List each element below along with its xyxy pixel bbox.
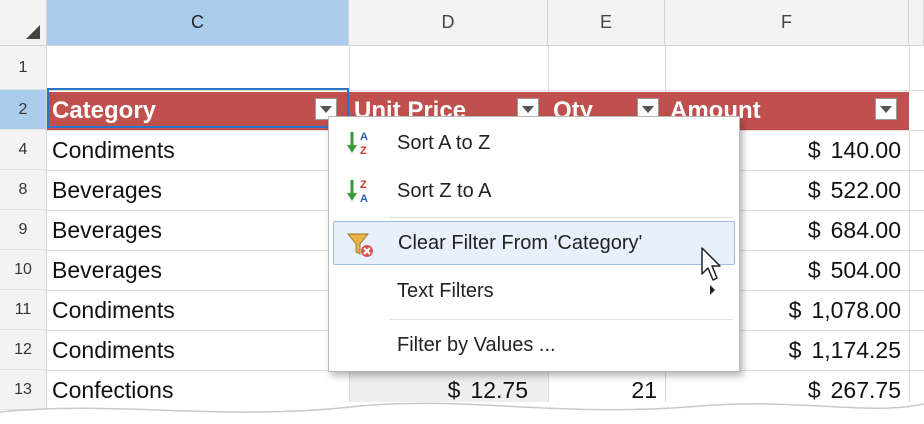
currency-symbol: $ bbox=[788, 296, 802, 323]
svg-text:Z: Z bbox=[360, 179, 367, 191]
currency-symbol: $ bbox=[807, 176, 821, 203]
menu-separator bbox=[389, 217, 733, 218]
submenu-arrow-icon bbox=[710, 285, 715, 295]
clear-filter-label: Clear Filter From 'Category' bbox=[398, 231, 643, 254]
text-filters-item[interactable]: Text Filters bbox=[333, 269, 735, 313]
row-header-4[interactable]: 4 bbox=[0, 130, 47, 170]
amount-value: 504.00 bbox=[830, 256, 901, 283]
torn-edge bbox=[0, 402, 924, 424]
spreadsheet[interactable]: C D E F 1 2 4 8 9 10 11 12 13 Category U… bbox=[0, 0, 924, 424]
clear-filter-item[interactable]: Clear Filter From 'Category' bbox=[333, 221, 735, 265]
svg-text:A: A bbox=[360, 193, 368, 205]
clear-filter-icon bbox=[346, 233, 373, 257]
category-cell[interactable]: Beverages bbox=[47, 250, 349, 290]
menu-separator bbox=[389, 319, 733, 320]
filter-by-values-label: Filter by Values ... bbox=[397, 333, 556, 356]
svg-text:A: A bbox=[360, 131, 368, 143]
category-cell[interactable]: Condiments bbox=[47, 130, 349, 170]
select-all-icon bbox=[26, 25, 40, 39]
grid-line bbox=[47, 90, 924, 91]
filter-dropdown-menu: A Z Sort A to Z Z A Sort Z to A Clear Fi… bbox=[328, 116, 740, 372]
column-header-e[interactable]: E bbox=[548, 0, 665, 46]
row-header-10[interactable]: 10 bbox=[0, 250, 47, 290]
category-cell[interactable]: Condiments bbox=[47, 330, 349, 370]
row-header-2[interactable]: 2 bbox=[0, 90, 47, 130]
column-header-d[interactable]: D bbox=[349, 0, 548, 46]
row-header-1[interactable]: 1 bbox=[0, 46, 47, 90]
header-blank bbox=[909, 92, 924, 130]
row-header-11[interactable]: 11 bbox=[0, 290, 47, 330]
sort-z-to-a-label: Sort Z to A bbox=[397, 179, 492, 202]
amount-value: 140.00 bbox=[830, 136, 901, 163]
category-cell[interactable]: Condiments bbox=[47, 290, 349, 330]
header-category-label: Category bbox=[52, 97, 157, 124]
column-header-f[interactable]: F bbox=[665, 0, 909, 46]
column-header-c[interactable]: C bbox=[47, 0, 349, 46]
svg-text:Z: Z bbox=[360, 145, 367, 157]
chevron-down-icon bbox=[642, 105, 654, 113]
mouse-pointer-icon bbox=[701, 247, 721, 281]
amount-filter-button[interactable] bbox=[875, 98, 897, 120]
row-header-12[interactable]: 12 bbox=[0, 330, 47, 370]
select-all-corner[interactable] bbox=[0, 0, 47, 46]
row-header-8[interactable]: 8 bbox=[0, 170, 47, 210]
currency-symbol: $ bbox=[788, 336, 802, 363]
currency-symbol: $ bbox=[807, 136, 821, 163]
column-header-next[interactable] bbox=[909, 0, 924, 46]
chevron-down-icon bbox=[880, 105, 892, 113]
chevron-down-icon bbox=[522, 105, 534, 113]
row-header-9[interactable]: 9 bbox=[0, 210, 47, 250]
currency-symbol: $ bbox=[807, 256, 821, 283]
sort-z-to-a-item[interactable]: Z A Sort Z to A bbox=[333, 169, 735, 213]
amount-value: 522.00 bbox=[830, 176, 901, 203]
sort-a-to-z-item[interactable]: A Z Sort A to Z bbox=[333, 121, 735, 165]
amount-value: 1,174.25 bbox=[811, 336, 901, 363]
text-filters-label: Text Filters bbox=[397, 279, 494, 302]
amount-value: 1,078.00 bbox=[811, 296, 901, 323]
header-category[interactable]: Category bbox=[47, 92, 349, 130]
currency-symbol: $ bbox=[807, 216, 821, 243]
chevron-down-icon bbox=[320, 105, 332, 113]
sort-a-to-z-label: Sort A to Z bbox=[397, 131, 491, 154]
category-cell[interactable]: Beverages bbox=[47, 170, 349, 210]
sort-descending-icon: Z A bbox=[347, 179, 368, 205]
amount-value: 684.00 bbox=[830, 216, 901, 243]
filter-by-values-item[interactable]: Filter by Values ... bbox=[333, 323, 735, 367]
category-cell[interactable]: Beverages bbox=[47, 210, 349, 250]
sort-ascending-icon: A Z bbox=[347, 131, 368, 157]
